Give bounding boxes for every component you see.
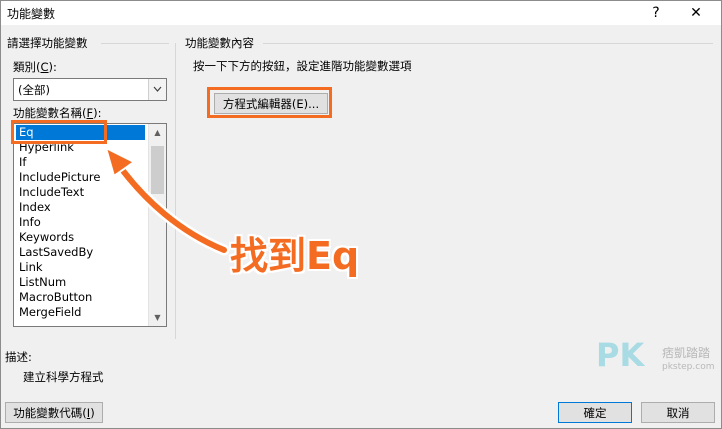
logo-name: 痞凱踏踏 [662,346,711,360]
logo-url: pkstep.com [662,362,715,372]
watermark-logo: PK 痞凱踏踏 pkstep.com [596,336,714,376]
logo-brand: PK [596,336,645,374]
callout-text: 找到Eq [230,234,360,278]
